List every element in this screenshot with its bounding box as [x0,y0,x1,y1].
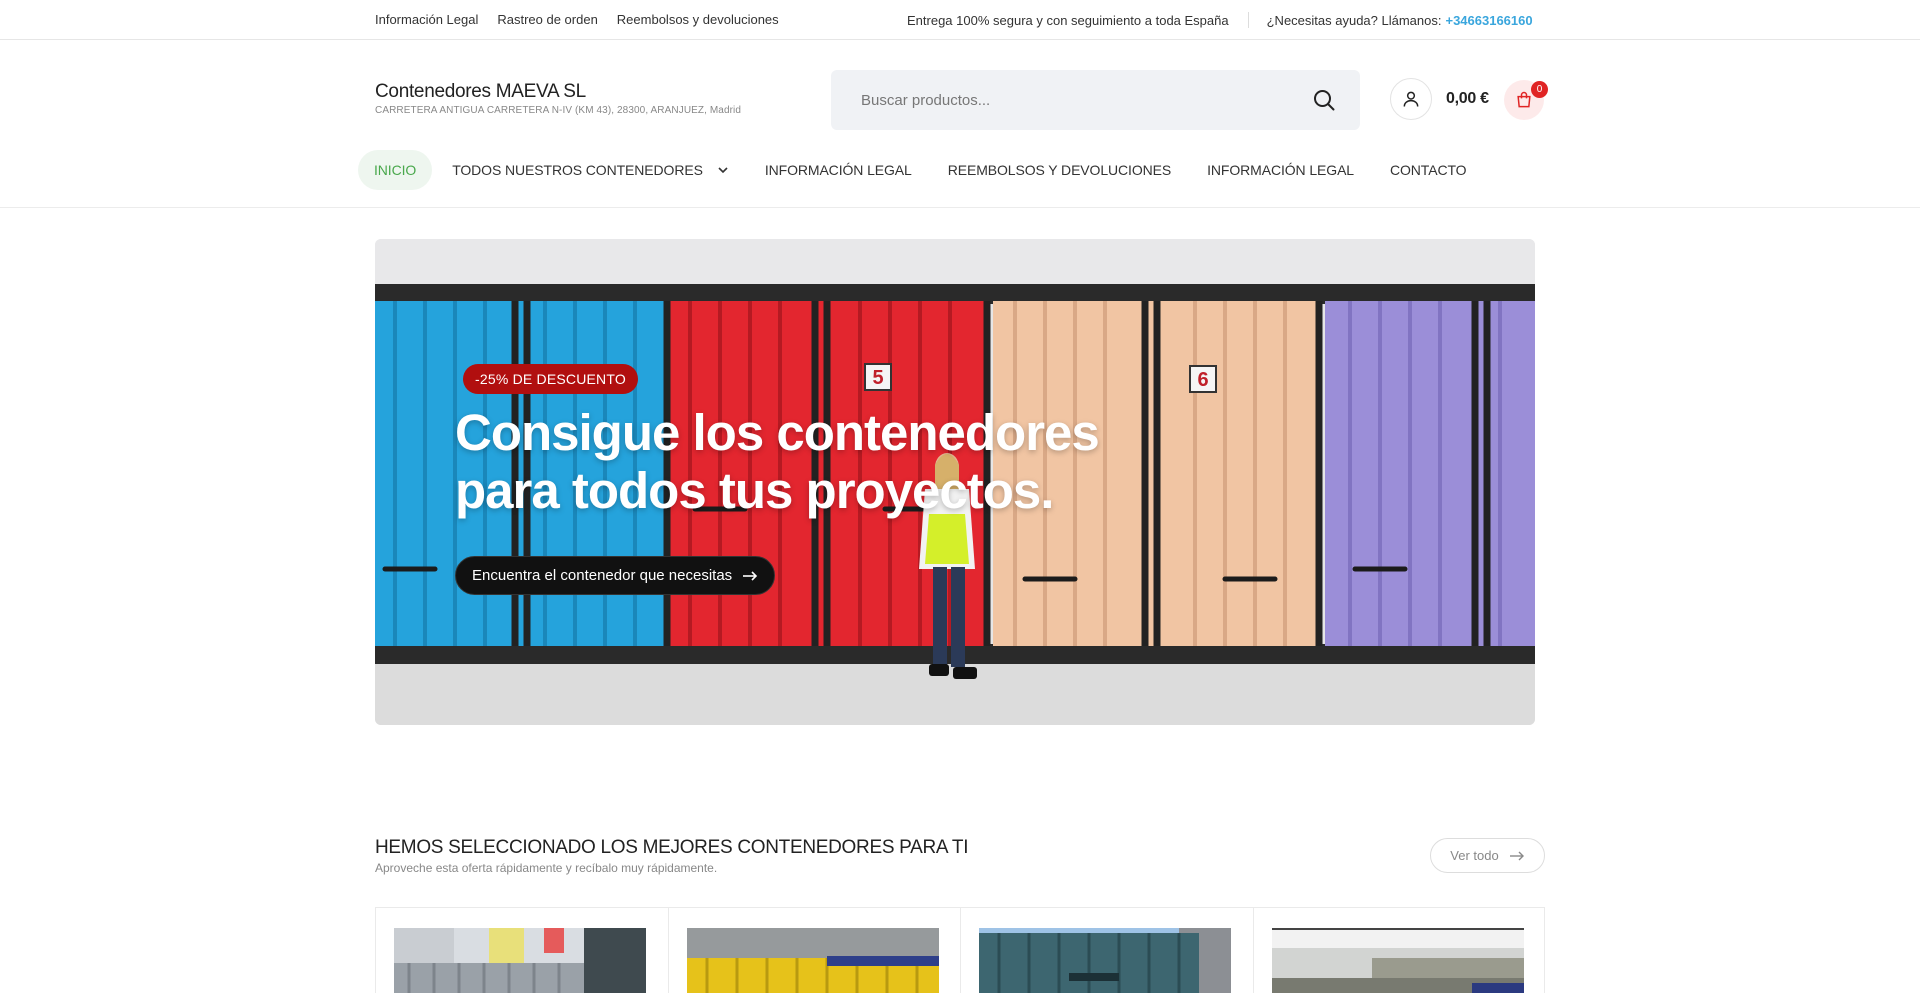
top-links: Información Legal Rastreo de orden Reemb… [375,12,779,27]
arrow-right-icon [743,570,758,581]
top-bar: Información Legal Rastreo de orden Reemb… [0,0,1920,40]
user-icon [1403,91,1419,107]
product-grid [375,907,1545,993]
view-all-label: Ver todo [1450,848,1499,863]
hero-title: Consigue los contenedores para todos tus… [455,404,1155,520]
nav-item-containers-label: Todos nuestros contenedores [452,162,703,178]
brand-name[interactable]: Contenedores MAEVA SL [375,81,586,103]
top-link-tracking[interactable]: Rastreo de orden [497,12,597,27]
nav-item-containers[interactable]: Todos nuestros contenedores [434,150,747,190]
search-icon[interactable] [1312,88,1336,112]
top-link-legal[interactable]: Información Legal [375,12,478,27]
phone-link[interactable]: +34663166160 [1445,13,1532,28]
product-card[interactable] [667,908,961,993]
cart-count-badge: 0 [1531,81,1548,98]
help-text: ¿Necesitas ayuda? Llámanos: [1266,12,1442,28]
container-number-6: 6 [1197,369,1208,391]
product-card[interactable] [960,908,1253,993]
shipping-note: Entrega 100% segura y con seguimiento a … [907,12,1229,28]
nav-item-legal[interactable]: Información legal [747,150,930,190]
hero-title-line2: para todos tus proyectos. [455,462,1054,519]
nav-item-contact[interactable]: Contacto [1372,150,1484,190]
container-number-5: 5 [872,367,883,389]
product-card[interactable] [1252,908,1545,993]
main-nav: Inicio Todos nuestros contenedores Infor… [358,150,1484,190]
section-subtitle: Aproveche esta oferta rápidamente y recí… [375,861,718,875]
hero-banner: 5 6 -25% DE DESCUENTO Consigue los conte… [375,239,1535,725]
product-image[interactable] [394,928,646,993]
product-image[interactable] [1271,928,1524,993]
chevron-down-icon [718,167,728,174]
account-button[interactable] [1390,78,1432,120]
search-box [831,70,1360,130]
nav-item-refunds[interactable]: Reembolsos y devoluciones [930,150,1189,190]
product-image[interactable] [979,928,1231,993]
section-title: HEMOS SELECCIONADO LOS MEJORES CONTENEDO… [375,837,969,858]
hero-cta-button[interactable]: Encuentra el contenedor que necesitas [455,556,776,595]
header-divider [0,207,1920,208]
nav-item-legal-2[interactable]: Información legal [1189,150,1372,190]
top-bar-divider [1247,12,1249,28]
top-link-refunds[interactable]: Reembolsos y devoluciones [617,12,779,27]
view-all-button[interactable]: Ver todo [1430,838,1545,873]
arrow-right-icon [1509,851,1524,860]
discount-badge: -25% DE DESCUENTO [463,364,638,394]
cart-total[interactable]: 0,00 € [1446,90,1489,108]
top-bar-info: Entrega 100% segura y con seguimiento a … [907,12,1533,28]
search-input[interactable] [861,70,1301,130]
hero-cta-label: Encuentra el contenedor que necesitas [472,567,733,584]
nav-item-home[interactable]: Inicio [358,150,433,190]
brand-address: CARRETERA ANTIGUA CARRETERA N-IV (KM 43)… [375,105,742,116]
product-card[interactable] [375,908,668,993]
hero-title-line1: Consigue los contenedores [455,404,1100,461]
product-image[interactable] [686,928,939,993]
